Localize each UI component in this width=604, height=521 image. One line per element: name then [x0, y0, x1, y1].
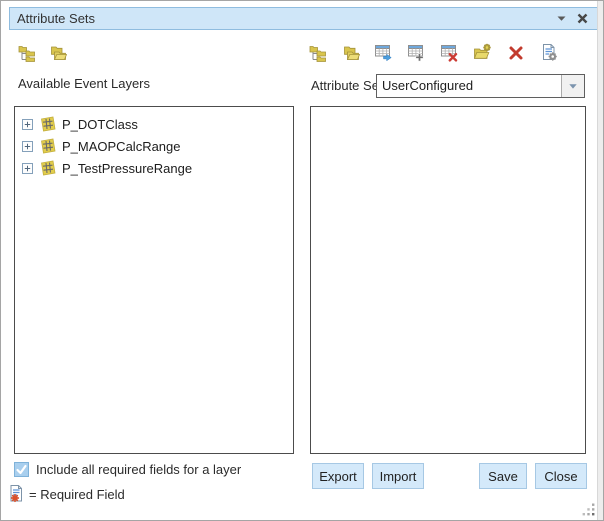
include-required-fields-option[interactable]: Include all required fields for a layer — [14, 462, 241, 477]
document-gear-icon[interactable] — [539, 43, 558, 62]
required-field-label: = Required Field — [29, 487, 125, 502]
available-event-layers-heading: Available Event Layers — [18, 76, 150, 91]
export-button[interactable]: Export — [312, 463, 364, 489]
required-field-legend: = Required Field — [9, 484, 125, 504]
import-button[interactable]: Import — [372, 463, 424, 489]
required-field-icon — [9, 484, 25, 504]
expand-plus-icon[interactable] — [22, 119, 33, 130]
open-folders-icon[interactable] — [341, 43, 360, 62]
combobox-dropdown-button[interactable] — [561, 75, 584, 97]
checkbox-checked-icon[interactable] — [14, 462, 29, 477]
layer-label: P_MAOPCalcRange — [62, 139, 181, 154]
tree-item-layer[interactable]: P_MAOPCalcRange — [15, 135, 293, 157]
chevron-down-icon — [569, 84, 577, 89]
table-delete-icon[interactable] — [440, 43, 459, 62]
event-layer-icon — [39, 116, 56, 132]
expand-plus-icon[interactable] — [22, 163, 33, 174]
close-icon[interactable] — [577, 13, 588, 24]
attribute-set-fields-list[interactable] — [310, 106, 586, 454]
dock-edge-strip — [597, 1, 603, 520]
layer-label: P_DOTClass — [62, 117, 138, 132]
event-layer-icon — [39, 138, 56, 154]
include-required-fields-label: Include all required fields for a layer — [36, 462, 241, 477]
layer-tree-icon[interactable] — [308, 43, 327, 62]
attribute-set-label: Attribute Set: — [311, 78, 386, 93]
layer-label: P_TestPressureRange — [62, 161, 192, 176]
available-layers-list[interactable]: P_DOTClass P_MAOPCalcRange P_TestPressur — [14, 106, 294, 454]
tree-item-layer[interactable]: P_TestPressureRange — [15, 157, 293, 179]
expand-plus-icon[interactable] — [22, 141, 33, 152]
title-bar[interactable]: Attribute Sets — [9, 7, 598, 30]
attribute-set-combobox[interactable]: UserConfigured — [376, 74, 585, 98]
attribute-set-value: UserConfigured — [377, 75, 561, 97]
table-add-icon[interactable] — [407, 43, 426, 62]
delete-x-icon[interactable] — [506, 43, 525, 62]
collapse-caret-icon[interactable] — [557, 16, 566, 21]
right-toolbar — [308, 43, 558, 62]
layer-tree-icon[interactable] — [17, 43, 36, 62]
folder-gear-icon[interactable] — [473, 43, 492, 62]
save-button[interactable]: Save — [479, 463, 527, 489]
open-folders-icon[interactable] — [48, 43, 67, 62]
tree-item-layer[interactable]: P_DOTClass — [15, 113, 293, 135]
event-layer-icon — [39, 160, 56, 176]
resize-grip-icon[interactable] — [582, 503, 595, 516]
attribute-sets-dialog: Attribute Sets — [0, 0, 604, 521]
table-export-icon[interactable] — [374, 43, 393, 62]
left-toolbar — [17, 43, 67, 62]
dialog-title: Attribute Sets — [17, 11, 557, 26]
close-button[interactable]: Close — [535, 463, 587, 489]
